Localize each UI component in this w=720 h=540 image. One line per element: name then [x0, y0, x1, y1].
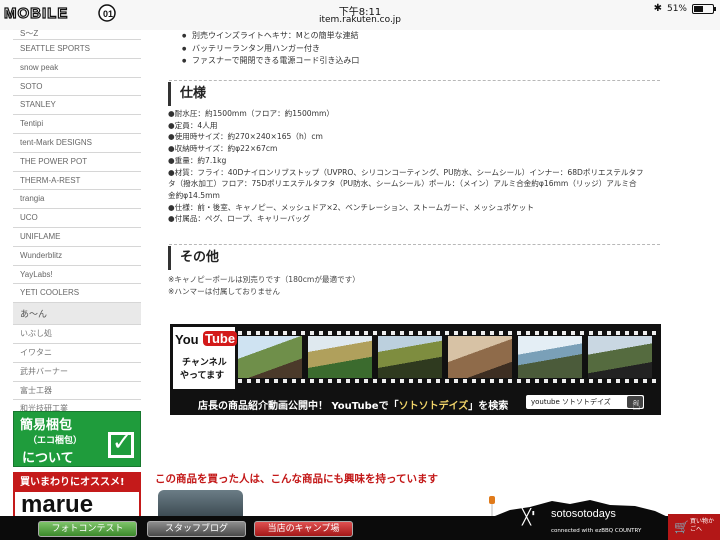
eco-packaging-banner[interactable]: 簡易梱包 （エコ梱包） について ✓	[13, 411, 141, 467]
marue-logo: marue	[21, 491, 94, 518]
youtube-search-box[interactable]: youtube ソトソトデイズ ⌕	[526, 395, 644, 409]
other-notes: ※キャノピーポールは別売りです（180cmが最適です） ※ハンマーは付属しており…	[168, 274, 360, 297]
checkmark-icon: ✓	[111, 428, 132, 456]
sidebar-brand-link[interactable]: snow peak	[13, 58, 141, 78]
sidebar-brand-link[interactable]: SOTO	[13, 77, 141, 97]
sidebar-brand-link[interactable]: Wunderblitz	[13, 246, 141, 266]
youtube-caption: 店長の商品紹介動画公開中！ YouTubeで「ソトソトデイズ」を検索	[198, 397, 508, 412]
sidebar-brand-link[interactable]: YayLabs!	[13, 265, 141, 285]
video-filmstrip	[238, 331, 658, 383]
note-line: ※ハンマーは付属しておりません	[168, 286, 280, 296]
staff-blog-button[interactable]: スタッフブログ	[147, 521, 246, 537]
status-bar: MOBILE 01 下午8:11 item.rakuten.co.jp ✱ 51…	[0, 0, 720, 30]
campsite-button[interactable]: 当店のキャンプ場	[254, 521, 353, 537]
banner-line-2: （エコ梱包）	[28, 436, 83, 446]
video-thumbnail	[308, 336, 372, 378]
photo-contest-button[interactable]: フォトコンテスト	[38, 521, 137, 537]
spec-list: ●耐水圧：約1500mm（フロア：約1500mm） ●定員：4人用 ●使用時サイ…	[168, 108, 660, 225]
sidebar-brand-link[interactable]: イワタニ	[13, 343, 141, 363]
caption-highlight: ソトソトデイズ	[398, 401, 469, 412]
status-indicators: ✱ 51%	[653, 3, 716, 14]
sidebar-brand-link[interactable]: UNIFLAME	[13, 227, 141, 247]
sidebar-brand-link[interactable]: いぶし処	[13, 325, 141, 344]
banner-line-3: について	[22, 451, 74, 466]
spec-line: ●材質：フライ：40Dナイロンリブストップ（UVPRO、シリコンコーティング、P…	[168, 167, 644, 177]
spec-line: ●定員：4人用	[168, 120, 218, 130]
marue-banner-tagline: 買いまわりにオススメ!	[15, 474, 139, 492]
sidebar-brand-link[interactable]: STANLEY	[13, 96, 141, 116]
film-sprockets	[238, 379, 658, 383]
spec-line: ●使用時サイズ：約270×240×165（h）cm	[168, 132, 323, 142]
dashed-divider	[169, 244, 660, 245]
caption-text: 店長の商品紹介動画公開中！ YouTubeで「	[198, 401, 399, 412]
cart-icon: 🛒	[674, 520, 689, 534]
sidebar-brand-link[interactable]: THERM-A-REST	[13, 171, 141, 191]
video-thumbnail	[238, 336, 302, 378]
sidebar-brand-link[interactable]: THE POWER POT	[13, 152, 141, 172]
sidebar-brand-link[interactable]: Tentipi	[13, 115, 141, 134]
sidebar-brand-link[interactable]: 武井バーナー	[13, 362, 141, 382]
sotosotodays-subtitle: connected with ezBBQ COUNTRY	[551, 528, 642, 534]
sidebar-brand-link[interactable]: SEATTLE SPORTS	[13, 40, 141, 59]
feature-item: ファスナーで開閉できる電源コード引き込み口	[182, 55, 359, 68]
youtube-logo-tube: Tube	[203, 331, 238, 346]
sidebar-brand-link[interactable]: tent-Mark DESIGNS	[13, 133, 141, 153]
sotosotodays-logo[interactable]: sotosotodays	[551, 508, 616, 520]
youtube-logo: You Tube チャンネル やってます	[173, 327, 238, 389]
channel-text-1: チャンネル	[182, 358, 227, 368]
specs-heading: 仕様	[168, 82, 206, 106]
sidebar-section-heading: あ〜ん	[13, 303, 141, 326]
battery-percent: 51%	[666, 3, 687, 14]
video-thumbnail	[518, 336, 582, 378]
recommended-product-image[interactable]	[158, 490, 243, 516]
sotosotodays-logo-mark: ╳'	[522, 508, 536, 526]
feature-item: バッテリーランタン用ハンガー付き	[182, 43, 359, 56]
cart-button[interactable]: 🛒 買い物かごへ	[668, 514, 720, 540]
battery-fill	[694, 5, 703, 12]
address-url[interactable]: item.rakuten.co.jp	[0, 15, 720, 25]
spec-line: ●仕様：前・後室、キャノピー、メッシュドア×2、ベンチレーション、ストームガード…	[168, 202, 534, 212]
banner-line-1: 簡易梱包	[20, 418, 73, 433]
video-thumbnail	[588, 336, 652, 378]
feature-list: 別売ウインズライトヘキサ：Mとの簡単な連結 バッテリーランタン用ハンガー付き フ…	[182, 30, 359, 68]
channel-text-2: やってます	[180, 371, 225, 381]
dashed-divider	[169, 80, 660, 81]
sidebar-brand-link[interactable]: UCO	[13, 209, 141, 228]
spec-line: ●重量：約7.1kg	[168, 155, 227, 165]
spec-line: タ（撥水加工）フロア：75Dポリエステルタフタ（PU防水、シームシール）ポール：…	[168, 179, 637, 189]
youtube-channel-banner[interactable]: You Tube チャンネル やってます 店長の商品紹介動画公開中！ YouTu…	[170, 324, 661, 415]
lantern-icon	[489, 496, 495, 516]
caption-text: 」を検索	[468, 401, 509, 412]
bluetooth-icon: ✱	[653, 3, 662, 14]
sidebar-section-partial: S〜Z	[13, 30, 141, 40]
search-text: youtube ソトソトデイズ	[531, 398, 611, 406]
other-heading: その他	[168, 246, 219, 270]
feature-item: 別売ウインズライトヘキサ：Mとの簡単な連結	[182, 30, 359, 43]
spec-line: ●付属品：ペグ、ロープ、キャリーバッグ	[168, 214, 311, 224]
spec-line: ●収納時サイズ：約φ22×67cm	[168, 144, 278, 154]
cart-label: 買い物かごへ	[690, 518, 715, 533]
video-thumbnail	[378, 336, 442, 378]
spec-line: ●耐水圧：約1500mm（フロア：約1500mm）	[168, 109, 334, 118]
sidebar-brand-link[interactable]: trangia	[13, 190, 141, 210]
video-thumbnail	[448, 336, 512, 378]
sidebar-brand-link[interactable]: 富士工器	[13, 381, 141, 401]
youtube-logo-you: You	[175, 332, 199, 347]
spec-line: 金約φ14.5mm	[168, 190, 220, 200]
film-sprockets	[238, 331, 658, 335]
recommendation-heading: この商品を買った人は、こんな商品にも興味を持っています	[155, 473, 438, 485]
brand-sidebar: S〜Z SEATTLE SPORTS snow peak SOTO STANLEY Te…	[13, 30, 141, 420]
pointer-hand-icon: ☝	[632, 398, 641, 414]
note-line: ※キャノピーポールは別売りです（180cmが最適です）	[168, 275, 360, 284]
battery-icon	[692, 3, 716, 14]
sidebar-brand-link[interactable]: YETI COOLERS	[13, 284, 141, 304]
